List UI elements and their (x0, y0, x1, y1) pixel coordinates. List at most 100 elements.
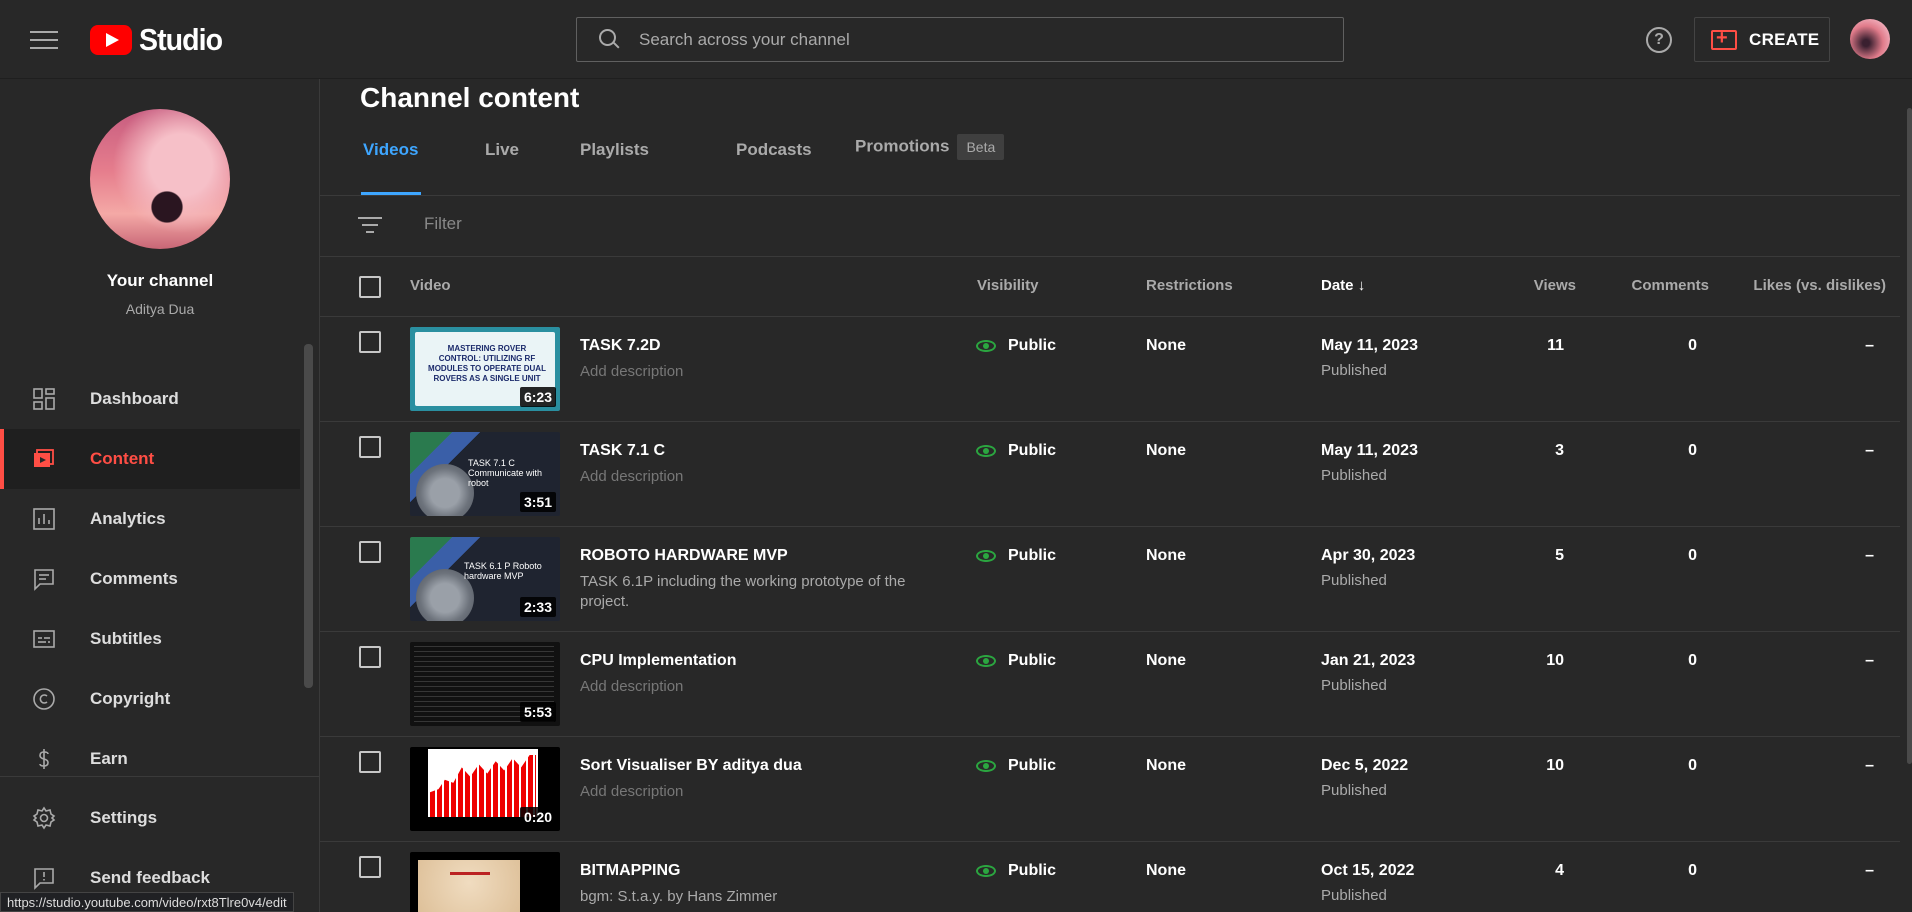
column-comments[interactable]: Comments (1631, 277, 1709, 294)
video-title[interactable]: Sort Visualiser BY aditya dua (580, 757, 802, 775)
table-row[interactable]: MASTERING ROVER CONTROL: UTILIZING RF MO… (320, 317, 1900, 422)
table-row[interactable]: TASK 7.1 C Communicate with robot 3:51 T… (320, 422, 1900, 527)
comments-value: 0 (1688, 652, 1697, 669)
table-row[interactable]: BITMAPPING bgm: S.t.a.y. by Hans Zimmer … (320, 842, 1900, 912)
search-icon[interactable] (599, 28, 621, 51)
sidebar-item-comments[interactable]: Comments (0, 549, 300, 609)
comments-value: 0 (1688, 757, 1697, 774)
channel-name: Aditya Dua (125, 301, 195, 317)
channel-avatar[interactable] (90, 109, 230, 249)
sidebar-item-label: Dashboard (90, 389, 179, 408)
restrictions-value: None (1146, 337, 1186, 354)
video-thumbnail[interactable]: TASK 7.1 C Communicate with robot 3:51 (410, 432, 560, 516)
account-avatar[interactable] (1850, 19, 1890, 59)
filter-icon[interactable] (358, 217, 382, 237)
help-icon[interactable]: ? (1646, 27, 1672, 53)
video-thumbnail[interactable]: TASK 6.1 P Roboto hardware MVP 2:33 (410, 537, 560, 621)
video-description[interactable]: Add description (580, 362, 940, 382)
sidebar-divider (0, 776, 320, 777)
sidebar-item-earn[interactable]: Earn (0, 729, 300, 789)
video-thumbnail[interactable]: 0:20 (410, 747, 560, 831)
video-thumbnail[interactable]: MASTERING ROVER CONTROL: UTILIZING RF MO… (410, 327, 560, 411)
sidebar-item-dashboard[interactable]: Dashboard (0, 369, 300, 429)
row-checkbox[interactable] (359, 856, 381, 878)
youtube-play-icon (90, 25, 132, 55)
publish-status: Published (1321, 677, 1387, 694)
video-title[interactable]: CPU Implementation (580, 652, 736, 670)
comments-value: 0 (1688, 547, 1697, 564)
tab-videos[interactable]: Videos (363, 140, 418, 160)
create-label: CREATE (1749, 29, 1820, 49)
main-scrollbar[interactable] (1907, 108, 1912, 764)
sidebar-scrollbar[interactable] (304, 344, 313, 688)
create-button[interactable]: CREATE (1694, 17, 1830, 62)
search-bar[interactable] (576, 17, 1344, 62)
video-duration: 6:23 (519, 387, 556, 407)
sidebar-item-subtitles[interactable]: Subtitles (0, 609, 300, 669)
restrictions-value: None (1146, 757, 1186, 774)
restrictions-value: None (1146, 862, 1186, 879)
row-checkbox[interactable] (359, 646, 381, 668)
tab-podcasts[interactable]: Podcasts (736, 140, 812, 160)
eye-icon (976, 760, 996, 772)
main-content: Channel content Videos Live Playlists Po… (320, 78, 1912, 912)
content-icon (34, 449, 54, 467)
video-title[interactable]: ROBOTO HARDWARE MVP (580, 547, 788, 565)
column-likes[interactable]: Likes (vs. dislikes) (1753, 277, 1886, 294)
visibility-cell[interactable]: Public (976, 337, 1056, 355)
sort-down-arrow-icon: ↓ (1357, 277, 1366, 294)
date-value: Apr 30, 2023 (1321, 547, 1416, 564)
select-all-checkbox[interactable] (359, 276, 381, 298)
visibility-cell[interactable]: Public (976, 652, 1056, 670)
date-value: Dec 5, 2022 (1321, 757, 1409, 774)
sidebar-item-content[interactable]: Content (0, 429, 300, 489)
row-checkbox[interactable] (359, 751, 381, 773)
column-restrictions[interactable]: Restrictions (1146, 277, 1233, 294)
row-checkbox[interactable] (359, 436, 381, 458)
video-title[interactable]: TASK 7.2D (580, 337, 661, 355)
sidebar-item-label: Subtitles (90, 629, 162, 648)
link-preview-status: https://studio.youtube.com/video/rxt8Tlr… (0, 892, 294, 912)
video-duration: 5:53 (519, 702, 556, 722)
settings-icon (32, 806, 56, 830)
sidebar-item-settings[interactable]: Settings (0, 788, 300, 848)
sidebar-item-label: Comments (90, 569, 178, 588)
video-description[interactable]: TASK 6.1P including the working prototyp… (580, 572, 940, 612)
visibility-value: Public (1008, 862, 1057, 879)
sidebar-item-label: Settings (90, 808, 158, 827)
sidebar-item-copyright[interactable]: Copyright (0, 669, 300, 729)
column-views[interactable]: Views (1534, 277, 1576, 294)
menu-icon[interactable] (30, 27, 58, 51)
table-row[interactable]: 5:53 CPU Implementation Add description … (320, 632, 1900, 737)
column-video: Video (410, 277, 451, 294)
visibility-cell[interactable]: Public (976, 442, 1056, 460)
studio-logo[interactable]: Studio (90, 22, 229, 58)
divider (320, 256, 1900, 257)
video-description[interactable]: bgm: S.t.a.y. by Hans Zimmer (580, 887, 940, 907)
visibility-cell[interactable]: Public (976, 757, 1056, 775)
column-visibility[interactable]: Visibility (977, 277, 1038, 294)
search-input[interactable] (639, 29, 1319, 50)
row-checkbox[interactable] (359, 331, 381, 353)
video-description[interactable]: Add description (580, 677, 940, 697)
row-checkbox[interactable] (359, 541, 381, 563)
video-thumbnail[interactable] (410, 852, 560, 912)
visibility-cell[interactable]: Public (976, 547, 1056, 565)
video-title[interactable]: BITMAPPING (580, 862, 680, 880)
sidebar-item-analytics[interactable]: Analytics (0, 489, 300, 549)
tab-playlists[interactable]: Playlists (580, 140, 649, 160)
tab-promotions[interactable]: Promotions Beta (855, 134, 1005, 160)
video-description[interactable]: Add description (580, 782, 940, 802)
date-value: Jan 21, 2023 (1321, 652, 1416, 669)
visibility-cell[interactable]: Public (976, 862, 1056, 880)
video-title[interactable]: TASK 7.1 C (580, 442, 665, 460)
filter-input[interactable] (424, 214, 1024, 234)
video-description[interactable]: Add description (580, 467, 940, 487)
video-thumbnail[interactable]: 5:53 (410, 642, 560, 726)
table-row[interactable]: 0:20 Sort Visualiser BY aditya dua Add d… (320, 737, 1900, 842)
tab-live[interactable]: Live (485, 140, 519, 160)
visibility-value: Public (1008, 337, 1057, 354)
column-date[interactable]: Date ↓ (1321, 277, 1365, 294)
restrictions-value: None (1146, 442, 1186, 459)
table-row[interactable]: TASK 6.1 P Roboto hardware MVP 2:33 ROBO… (320, 527, 1900, 632)
